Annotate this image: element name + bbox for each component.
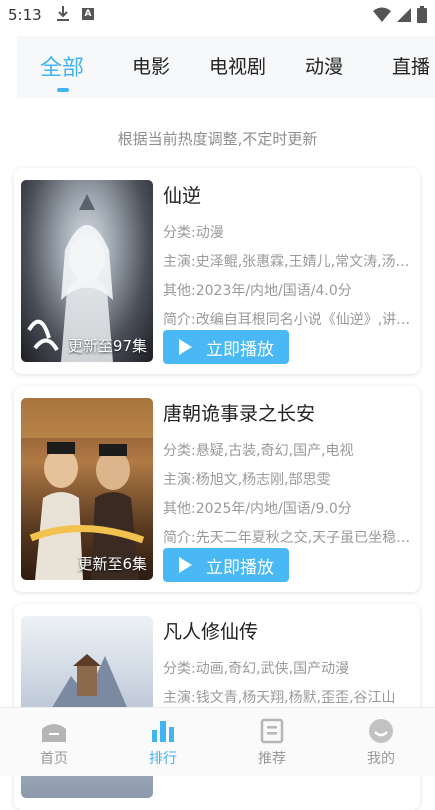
nav-profile[interactable]: 我的 xyxy=(327,708,435,776)
play-now-label: 立即播放 xyxy=(206,557,274,578)
ranking-hint: 根据当前热度调整,不定时更新 xyxy=(117,130,318,148)
ranking-icon xyxy=(152,721,174,742)
tab-all[interactable]: 全部 xyxy=(40,50,84,82)
card-title[interactable]: 唐朝诡事录之长安 xyxy=(163,400,415,428)
nav-profile-label: 我的 xyxy=(367,751,395,767)
signal-icon xyxy=(397,7,411,22)
nav-ranking-label: 排行 xyxy=(149,751,177,767)
battery-icon xyxy=(417,6,427,23)
status-time: 5:13 xyxy=(8,6,42,24)
card-other: 其他:2023年/内地/国语/4.0分 xyxy=(163,283,352,299)
recommend-icon xyxy=(260,718,284,744)
status-icons xyxy=(373,6,427,23)
poster-image[interactable]: 更新至6集 xyxy=(21,398,153,580)
notification-a-icon: A xyxy=(82,8,94,20)
episode-badge: 更新至97集 xyxy=(67,337,147,355)
play-now-label: 立即播放 xyxy=(206,339,274,360)
card-cast: 主演:史泽鲲,张惠霖,王婧儿,常文涛,汤水雨 xyxy=(163,254,415,270)
bottom-nav: 首页 排行 推荐 我的 xyxy=(0,707,435,776)
category-tabs: 全部 电影 电视剧 动漫 直播 xyxy=(17,36,435,98)
play-icon xyxy=(179,557,192,573)
list-item[interactable]: 更新至97集 仙逆 分类:动漫 主演:史泽鲲,张惠霖,王婧儿,常文涛,汤水雨 其… xyxy=(14,168,420,374)
card-category: 分类:悬疑,古装,奇幻,国产,电视 xyxy=(163,443,354,459)
tab-indicator xyxy=(57,88,69,92)
card-title[interactable]: 凡人修仙传 xyxy=(163,618,415,646)
tab-movies[interactable]: 电影 xyxy=(132,52,170,79)
play-now-button[interactable]: 立即播放 xyxy=(163,548,289,582)
play-icon xyxy=(179,339,192,355)
status-bar: 5:13 A xyxy=(0,0,435,30)
tab-anime[interactable]: 动漫 xyxy=(305,52,343,79)
card-other: 其他:2025年/内地/国语/9.0分 xyxy=(163,501,352,517)
episode-badge: 更新至6集 xyxy=(77,555,147,573)
list-item[interactable]: 更新至6集 唐朝诡事录之长安 分类:悬疑,古装,奇幻,国产,电视 主演:杨旭文,… xyxy=(14,386,420,592)
wifi-icon xyxy=(373,7,391,22)
nav-recommend[interactable]: 推荐 xyxy=(218,708,326,776)
poster-image[interactable]: 更新至97集 xyxy=(21,180,153,362)
nav-home[interactable]: 首页 xyxy=(0,708,108,776)
profile-icon xyxy=(369,719,393,743)
card-category: 分类:动画,奇幻,武侠,国产动漫 xyxy=(163,661,350,677)
tab-live[interactable]: 直播 xyxy=(392,52,430,79)
play-now-button[interactable]: 立即播放 xyxy=(163,330,289,364)
card-title[interactable]: 仙逆 xyxy=(163,182,415,210)
card-category: 分类:动漫 xyxy=(163,225,224,241)
nav-recommend-label: 推荐 xyxy=(258,751,286,767)
nav-home-label: 首页 xyxy=(40,751,68,767)
tab-tv-series[interactable]: 电视剧 xyxy=(209,52,266,79)
download-icon xyxy=(56,5,70,27)
card-cast: 主演:杨旭文,杨志刚,郜思雯 xyxy=(163,472,331,488)
home-icon xyxy=(42,724,66,742)
nav-ranking[interactable]: 排行 xyxy=(109,708,217,776)
